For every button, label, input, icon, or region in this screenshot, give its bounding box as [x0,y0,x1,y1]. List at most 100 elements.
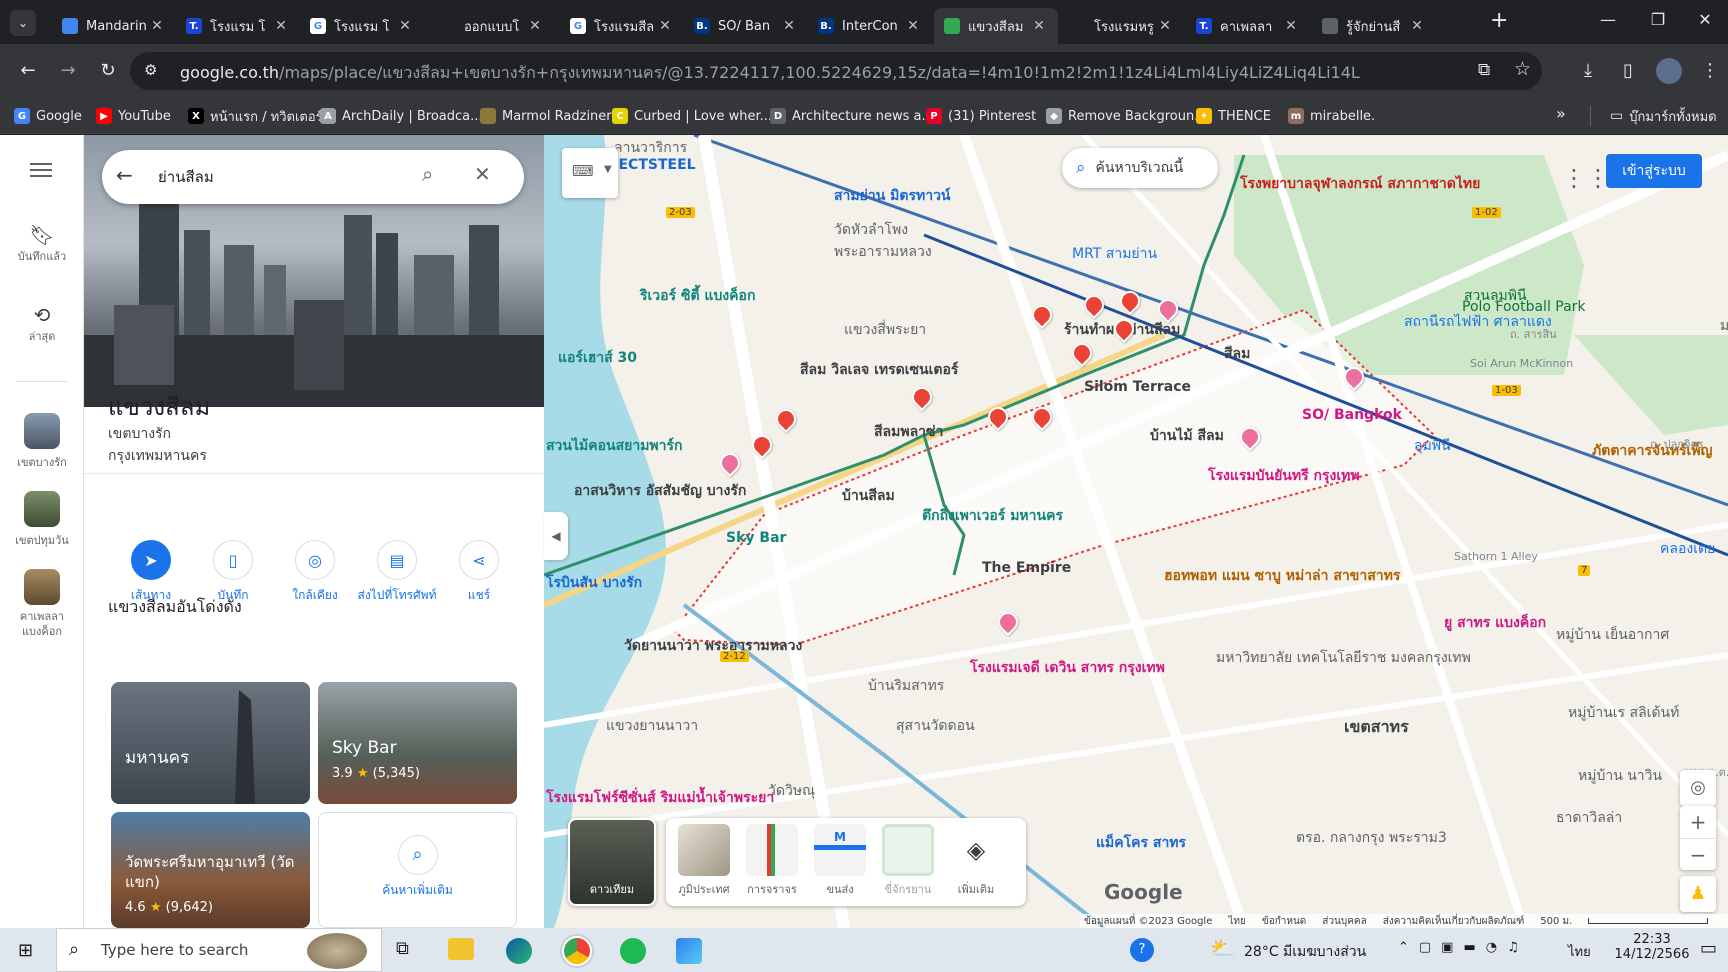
share-button[interactable]: ⋖ แชร์ [434,540,524,605]
clear-icon[interactable]: ✕ [474,162,491,186]
map-label[interactable]: ถ. สารสิน [1510,325,1557,343]
file-explorer-icon[interactable] [448,938,474,960]
address-bar[interactable]: ⚙ google.co.th/maps/place/แขวงสีลม+เขตบา… [130,52,1542,90]
tab-close-icon[interactable]: ✕ [1282,18,1300,34]
map-label[interactable]: ริเวอร์ ซิตี้ แบงค็อก [640,285,755,307]
map-label[interactable]: คลองเตย [1660,538,1715,560]
map-label[interactable]: แอร์เฮาส์ 30 [558,347,637,369]
map-label[interactable]: ตรอ. กลางกรุง พระราม3 [1296,827,1447,849]
chrome-icon[interactable] [562,936,592,966]
map-label[interactable]: วัดวิษณุ [768,780,815,802]
map-label[interactable]: สีลม [1224,343,1250,365]
side-panel-icon[interactable]: ▯ [1612,60,1644,81]
rail-saved[interactable]: 🔖︎ บันทึกแล้ว [0,223,84,265]
map-label[interactable]: สุสานวัดดอน [896,715,975,737]
tab-4[interactable]: G โรงแรมสีล ✕ [560,8,684,44]
map-label[interactable]: วัดยานนาวา พระอารามหลวง [624,635,802,657]
tab-close-icon[interactable]: ✕ [1156,18,1174,34]
map-label[interactable]: โรงแรมบันยันทรี กรุงเทพ [1208,465,1360,487]
map-label[interactable]: Silom Terrace [1084,379,1191,395]
map-label[interactable]: แขวงสี่พระยา [844,319,926,341]
input-language[interactable]: ไทย [1568,941,1591,962]
site-info-icon[interactable]: ⚙ [144,61,157,79]
map-language[interactable]: ไทย [1228,914,1245,928]
windows-start-icon[interactable]: ⊞ [18,940,33,961]
bookmark-8[interactable]: ◆ Remove Backgroun... [1046,104,1207,128]
zoom-out-button[interactable]: − [1680,838,1716,870]
recent-place-1[interactable]: เขตบางรัก [0,413,84,471]
map-label[interactable]: Sky Bar [726,530,786,546]
profile-avatar[interactable] [1656,58,1682,84]
famous-card-mahanakhon[interactable]: มหานคร [111,682,310,804]
layer-terrain[interactable]: ภูมิประเทศ [674,824,734,898]
map-label[interactable]: ลุมพินี [1414,435,1451,457]
map-label[interactable]: โรบินสัน บางรัก [546,572,642,594]
map-label[interactable]: โรงแรมเจดี เดวิน สาทร กรุงเทพ [970,657,1165,679]
minimize-button[interactable]: — [1585,10,1631,29]
map-label[interactable]: ยู สาทร แบงค็อก [1444,612,1546,634]
bookmark-2[interactable]: X หน้าแรก / ทวิตเตอร์ [188,104,323,128]
tab-close-icon[interactable]: ✕ [148,18,166,34]
map-label[interactable]: บ้านไม้ สีลม [1150,425,1224,447]
bookmark-5[interactable]: C Curbed | Love wher... [612,104,772,128]
maximize-button[interactable]: ❐ [1635,10,1681,29]
map-label[interactable]: แม็คโคร สาทร [1096,832,1186,854]
map-label[interactable]: สีลม วิลเลจ เทรดเซนเตอร์ [800,359,958,381]
map-label[interactable]: โรงพยาบาลจุฬาลงกรณ์ สภากาชาดไทย [1240,173,1480,195]
notifications-icon[interactable]: ▭ [1700,938,1717,959]
tab-close-icon[interactable]: ✕ [904,18,922,34]
keyboard-tool[interactable]: ⌨ ▼ [562,148,618,198]
help-icon[interactable]: ? [1130,938,1154,962]
collapse-panel-button[interactable]: ◀ [544,512,568,560]
map-label[interactable]: ลานวาริการ [614,137,687,159]
taskbar-search[interactable]: ⌕ Type here to search [56,928,382,972]
rail-recent[interactable]: ⟲ ล่าสุด [0,303,84,345]
famous-card-skybar[interactable]: Sky Bar 3.9 ★ (5,345) [318,682,517,804]
street-view-pegman[interactable]: ♟ [1680,876,1716,912]
map-label[interactable]: หมู่บ้านเร สลิเด้นท์ [1568,702,1679,724]
maps-search-box[interactable]: ← ⌕ ✕ [102,150,524,204]
tab-3[interactable]: ออกแบบโ ✕ [430,8,554,44]
tab-1[interactable]: T. โรงแรม โ ✕ [176,8,300,44]
map-label[interactable]: ตึกถิ่งเพาเวอร์ มหานคร [922,505,1063,527]
tab-close-icon[interactable]: ✕ [526,18,544,34]
close-window-button[interactable]: ✕ [1682,10,1728,29]
nearby-button[interactable]: ◎ ใกล้เคียง [270,540,360,605]
tab-10[interactable]: รู้จักย่านสี ✕ [1312,8,1436,44]
tab-2[interactable]: G โรงแรม โ ✕ [300,8,424,44]
layer-traffic[interactable]: การจราจร [742,824,802,898]
map-label[interactable]: ฮอทพอท แมน ซาบู หม่าล่า สาขาสาทร [1164,565,1400,587]
weather-text[interactable]: 28°C มีเมฆบางส่วน [1244,941,1366,963]
directions-button[interactable]: ➤ เส้นทาง [106,540,196,605]
map-label[interactable]: MRT สามย่าน [1072,243,1157,265]
map-label[interactable]: บ้านริมสาทร [868,675,944,697]
recent-place-3[interactable]: คาเพลลา แบงค็อก [0,569,84,639]
tab-close-icon[interactable]: ✕ [396,18,414,34]
layer-bike[interactable]: ขี่จักรยาน [878,824,938,898]
bookmark-6[interactable]: D Architecture news a... [770,104,934,128]
my-location-button[interactable]: ◎ [1680,770,1716,806]
edge-icon[interactable] [506,938,532,964]
all-bookmarks[interactable]: ▭ บุ๊กมาร์กทั้งหมด [1610,104,1717,128]
feedback-link[interactable]: ส่งความคิดเห็นเกี่ยวกับผลิตภัณฑ์ [1383,914,1525,928]
famous-card-wat-khaek[interactable]: วัดพระศรีมหาอุมาเทวี (วัดแขก) 4.6 ★ (9,6… [111,812,310,928]
clock[interactable]: 22:33 14/12/2566 [1612,932,1692,962]
map-label[interactable]: The Empire [982,560,1071,576]
bookmark-9[interactable]: ✦ THENCE [1196,104,1271,128]
map-label[interactable]: หมู่บ้าน นาวิน [1578,765,1662,787]
back-icon[interactable]: ← [12,60,44,81]
download-icon[interactable]: ⤓ [1572,60,1604,81]
tab-7[interactable]: แขวงสีลม ✕ [934,8,1058,44]
bookmark-1[interactable]: ▶ YouTube [96,104,171,128]
menu-kebab-icon[interactable]: ⋮ [1694,60,1726,81]
map-label[interactable]: โรงแรมโฟร์ซีซั่นส์ ริมแม่น้ำเจ้าพระยา [546,787,774,809]
map-label[interactable]: วัดหัวลำโพง [834,219,908,241]
layer-more[interactable]: ◈ เพิ่มเติม [946,824,1006,898]
tab-close-icon[interactable]: ✕ [1408,18,1426,34]
map-label[interactable]: พระอารามหลวง [834,241,932,263]
map-label[interactable]: Sathorn 1 Alley [1454,550,1538,563]
zoom-in-button[interactable]: + [1680,806,1716,838]
map-label[interactable]: สามย่าน มิตรทาวน์ [834,185,951,207]
map-label[interactable]: ม.2 [1720,315,1728,337]
map-label[interactable]: Soi Arun McKinnon [1470,357,1573,370]
